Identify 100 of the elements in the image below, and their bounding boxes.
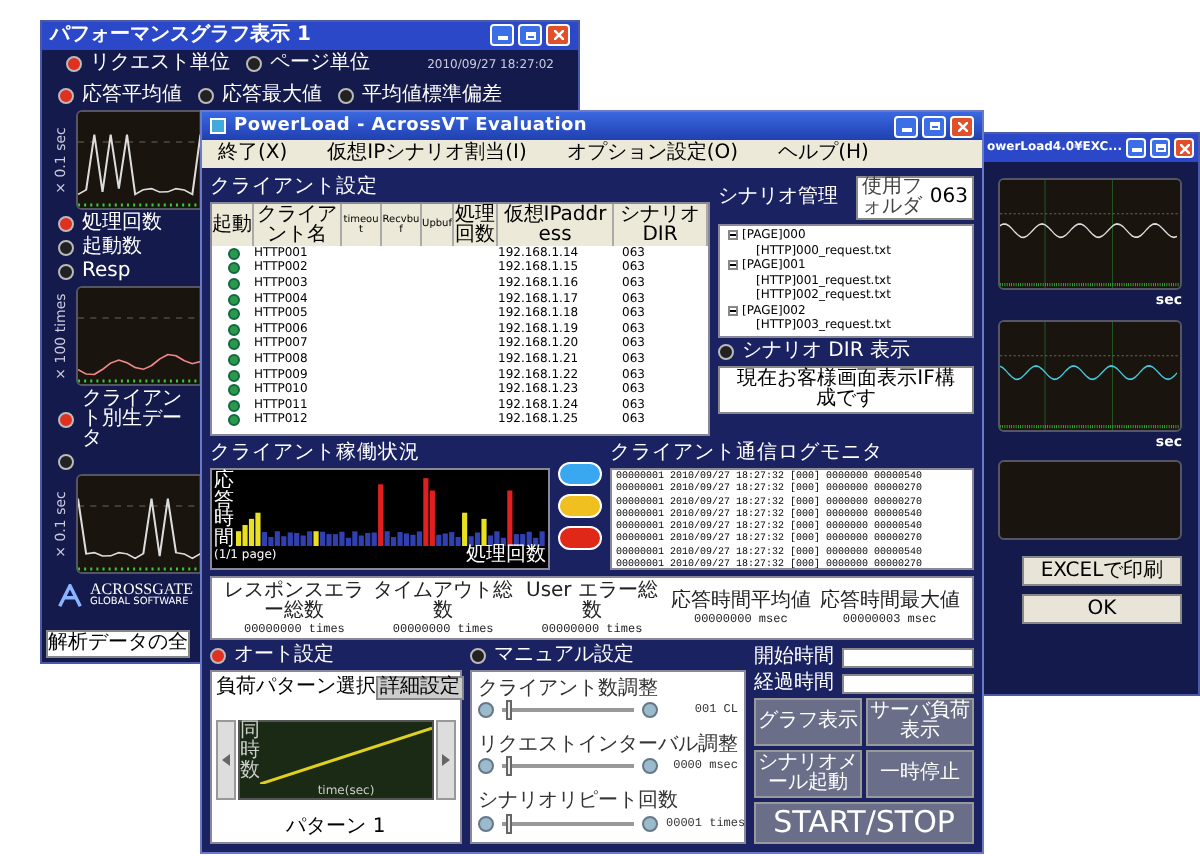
dialog-button[interactable]: OK [1022, 594, 1182, 624]
minus-button[interactable] [478, 758, 494, 775]
field-label: 開始時間 [754, 647, 834, 667]
slider-label: リクエストインターバル調整 [478, 735, 738, 756]
plus-button[interactable] [642, 758, 658, 775]
logo-icon [58, 583, 82, 607]
previous-button[interactable] [216, 719, 236, 799]
radio-label: オート設定 [234, 646, 334, 666]
time-field[interactable] [842, 673, 974, 693]
action-button[interactable]: シナリオメール起動 [754, 750, 862, 798]
plus-button[interactable] [642, 702, 658, 719]
column-header[interactable]: シナリオDIR [614, 204, 708, 246]
window-title: パフォーマンスグラフ表示 1 [50, 25, 311, 46]
radio-button[interactable] [58, 216, 74, 232]
radio-button[interactable] [470, 648, 486, 664]
radio-button[interactable] [198, 87, 214, 103]
maximize-button[interactable] [518, 24, 542, 47]
column-header[interactable]: 処理回数 [454, 204, 498, 246]
detail-button[interactable]: 詳細設定 [376, 676, 464, 700]
close-button[interactable] [546, 24, 570, 47]
close-icon [1179, 143, 1189, 153]
slider-label: シナリオリピート回数 [478, 792, 680, 813]
close-icon [957, 121, 967, 131]
column-header[interactable]: クライアント名 [254, 204, 342, 246]
close-button[interactable] [1174, 138, 1194, 158]
radio-label: シナリオ DIR 表示 [742, 341, 910, 361]
radio-label: 応答平均値 [82, 85, 182, 105]
axis-label: 応答時間 [214, 472, 234, 546]
radio-button[interactable] [66, 56, 82, 73]
status-light[interactable] [558, 526, 602, 550]
menu-item[interactable]: オプション設定(O) [566, 144, 739, 164]
time-field[interactable] [842, 647, 974, 667]
app-icon [210, 118, 226, 134]
column-header[interactable]: 起動 [212, 204, 254, 246]
window-title: PowerLoad - AcrossVT Evaluation [234, 117, 588, 135]
close-button[interactable] [950, 115, 974, 137]
status-light[interactable] [558, 494, 602, 518]
field-label: 使用フォルダ [861, 178, 922, 218]
maximize-button[interactable] [922, 115, 946, 137]
start-stop-button[interactable]: START/STOP [754, 802, 974, 844]
maximize-button[interactable] [1150, 138, 1170, 158]
menu-item[interactable]: 仮想IPシナリオ割当(I) [327, 144, 527, 164]
minimize-button[interactable] [894, 115, 918, 137]
left-arrow-icon [222, 753, 230, 765]
next-button[interactable] [436, 719, 456, 799]
expander-icon[interactable] [728, 305, 738, 316]
radio-label: Resp [82, 262, 131, 282]
field-value: 063 [929, 188, 968, 208]
minus-button[interactable] [478, 815, 494, 832]
slider-thumb[interactable] [505, 813, 512, 834]
slider-label: クライアント数調整 [478, 679, 660, 700]
dialog-button[interactable]: EXCELで印刷 [1022, 556, 1182, 586]
column-header[interactable]: 仮想IPaddress [498, 204, 614, 246]
radio-button[interactable] [58, 87, 74, 103]
minimize-button[interactable] [490, 24, 514, 47]
stat-label: レスポンスエラー総数 [222, 581, 367, 621]
status-light[interactable] [558, 462, 602, 486]
slider-thumb[interactable] [505, 700, 512, 721]
radio-label: 平均値標準偏差 [362, 85, 502, 105]
stat-label: 応答時間平均値 [670, 591, 811, 611]
right-arrow-icon [442, 753, 450, 765]
close-icon [553, 30, 563, 41]
minus-button[interactable] [478, 702, 494, 719]
radio-button[interactable] [246, 56, 262, 73]
radio-label: ページ単位 [270, 54, 370, 75]
action-button[interactable]: サーバ負荷表示 [866, 698, 974, 746]
radio-button[interactable] [718, 343, 734, 359]
stat-label: 応答時間最大値 [819, 591, 960, 611]
field-label: 負荷パターン選択 [216, 678, 376, 698]
radio-button[interactable] [338, 87, 354, 103]
action-button[interactable]: グラフ表示 [754, 698, 862, 746]
radio-label: 起動数 [82, 238, 142, 258]
menu-item[interactable]: ヘルプ(H) [778, 144, 869, 164]
plus-button[interactable] [642, 815, 658, 832]
radio-button[interactable] [58, 264, 74, 280]
radio-button[interactable] [58, 454, 74, 470]
menu-item[interactable]: 終了(X) [218, 144, 288, 164]
field-label: 経過時間 [754, 673, 834, 693]
panel-title: シナリオ管理 [718, 188, 838, 208]
radio-label: 処理回数 [82, 214, 162, 234]
radio-label: 応答最大値 [222, 85, 322, 105]
panel-title: クライアント通信ログモニタ [610, 442, 885, 464]
radio-button[interactable] [210, 648, 226, 664]
axis-label: 同時数 [240, 721, 260, 785]
slider-thumb[interactable] [505, 756, 512, 777]
radio-button[interactable] [58, 240, 74, 256]
radio-button[interactable] [58, 412, 74, 428]
axis-label: 処理回数 [466, 546, 546, 566]
panel-title: クライアント稼働状況 [210, 442, 422, 464]
expander-icon[interactable] [728, 230, 738, 241]
radio-label: クライアント別生データ [82, 390, 184, 450]
expander-icon[interactable] [728, 260, 738, 271]
analysis-button[interactable]: 解析データの全 [46, 630, 190, 658]
stat-label: User エラー総数 [524, 581, 660, 621]
action-button[interactable]: 一時停止 [866, 750, 974, 798]
logo-name: ACROSSGATE [90, 582, 194, 598]
radio-label: マニュアル設定 [494, 646, 634, 666]
stat-label: タイムアウト総数 [371, 581, 516, 621]
pattern-label: パターン 1 [286, 818, 386, 838]
minimize-button[interactable] [1126, 138, 1146, 158]
